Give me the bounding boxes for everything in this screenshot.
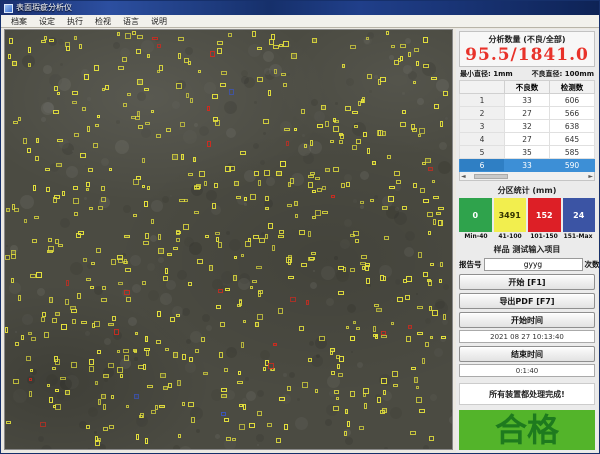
sample-section-title: 样品 测试输入项目 (459, 244, 595, 255)
app-window: 表面瑕疵分析仪 档案 设定 执行 检视 语言 说明 分析数量 (不良/全部) 9… (0, 0, 600, 454)
start-time-button[interactable]: 开始时间 (459, 312, 595, 328)
table-row[interactable]: 4 27 645 (460, 133, 595, 146)
min-diameter-label: 最小直径: 1mm (460, 69, 513, 79)
col-detected: 检测数 (550, 81, 595, 94)
menu-execute[interactable]: 执行 (61, 15, 89, 28)
title-bar[interactable]: 表面瑕疵分析仪 (1, 1, 599, 15)
bad-diameter-label: 不良直径: 100mm (532, 69, 594, 79)
scroll-left-icon[interactable]: ◄ (461, 173, 466, 180)
right-panel: 分析数量 (不良/全部) 95.5/1841.0 最小直径: 1mm 不良直径:… (456, 29, 598, 452)
export-pdf-button[interactable]: 导出PDF [F7] (459, 293, 595, 309)
defect-stats-table: 不良数 检测数 1 33 606 2 27 566 3 32 638 4 27 (459, 80, 595, 172)
table-row[interactable]: 1 33 606 (460, 94, 595, 107)
table-row[interactable]: 3 32 638 (460, 120, 595, 133)
zones-title: 分区统计 (mm) (459, 185, 595, 196)
zone-yellow: 3491 (494, 198, 527, 232)
analysis-title: 分析数量 (不良/全部) (460, 34, 594, 45)
sample-input-row: 报告号 次数 2 ▾ (459, 258, 595, 271)
report-number-input[interactable] (484, 258, 583, 271)
zone-range-labels: Min-40 41-100 101-150 151-Max (459, 233, 595, 240)
start-button[interactable]: 开始 [F1] (459, 274, 595, 290)
zone-red: 152 (528, 198, 561, 232)
scrollbar-thumb[interactable] (474, 174, 508, 179)
table-row[interactable]: 2 27 566 (460, 107, 595, 120)
zone-green: 0 (459, 198, 492, 232)
menu-file[interactable]: 档案 (5, 15, 33, 28)
col-defects: 不良数 (505, 81, 550, 94)
scroll-right-icon[interactable]: ► (588, 173, 593, 180)
pass-label: 合格 (495, 414, 559, 446)
status-message: 所有装置都处理完成! (489, 389, 565, 400)
window-title: 表面瑕疵分析仪 (16, 1, 72, 15)
menu-help[interactable]: 说明 (145, 15, 173, 28)
end-time-value: 0:1:40 (459, 364, 595, 377)
table-horizontal-scrollbar[interactable]: ◄ ► (459, 172, 595, 181)
menu-view[interactable]: 检视 (89, 15, 117, 28)
menu-settings[interactable]: 设定 (33, 15, 61, 28)
table-row[interactable]: 5 35 585 (460, 146, 595, 159)
count-label: 次数 (585, 259, 600, 270)
report-label: 报告号 (459, 259, 482, 270)
table-header-row: 不良数 检测数 (460, 81, 595, 94)
end-time-button[interactable]: 结束时间 (459, 346, 595, 362)
zone-blue: 24 (563, 198, 596, 232)
inspection-image-viewer[interactable] (4, 29, 453, 450)
pass-indicator: 合格 (459, 410, 595, 450)
start-time-value: 2021 08 27 10:13:40 (459, 330, 595, 343)
zone-blocks: 0 3491 152 24 (459, 198, 595, 232)
menu-bar: 档案 设定 执行 检视 语言 说明 (1, 15, 599, 28)
analysis-summary: 分析数量 (不良/全部) 95.5/1841.0 (459, 31, 595, 67)
app-icon (4, 4, 13, 13)
table-row-selected[interactable]: 6 33 590 (460, 159, 595, 172)
status-box: 所有装置都处理完成! (459, 383, 595, 405)
diameter-labels: 最小直径: 1mm 不良直径: 100mm (459, 67, 595, 80)
analysis-value: 95.5/1841.0 (460, 45, 594, 65)
menu-language[interactable]: 语言 (117, 15, 145, 28)
